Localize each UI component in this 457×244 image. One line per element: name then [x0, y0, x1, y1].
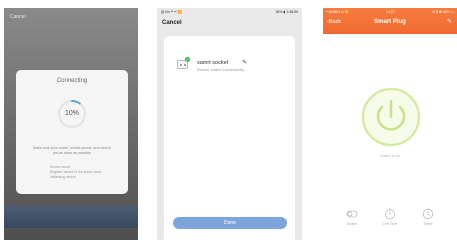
timer-label: Timer: [423, 222, 433, 226]
timer-icon: [385, 208, 395, 220]
clock-icon: [422, 208, 434, 220]
device-status: Device added successfully: [197, 67, 245, 72]
instruction-text: Make sure your router, mobile phone, and…: [33, 146, 111, 155]
progress-percent: 10%: [64, 110, 79, 117]
dialog-title: Connecting: [56, 78, 88, 84]
status-time: 14:27: [386, 10, 395, 14]
switch-tab[interactable]: Switch: [337, 206, 367, 232]
device-card: ✓ samrt socket ✎ Device added successful…: [164, 36, 295, 240]
status-left: ᵃˡˡ AHBIN ⊙ 🛜: [326, 10, 350, 14]
smart-plug-screen: ᵃˡˡ AHBIN ⊙ 🛜 14:27 ⊙ ⁑ ✱ 42% ▭ ‹Back Sm…: [323, 8, 457, 240]
left-time-label: Left Time: [382, 222, 398, 226]
switch-label: Switch: [346, 222, 358, 226]
left-time-tab[interactable]: Left Time: [375, 206, 405, 232]
done-button[interactable]: Done: [173, 217, 287, 229]
switch-state: Switch is on: [379, 154, 401, 158]
connecting-screen: Cancel Connecting 10% Make sure your rou…: [4, 8, 138, 240]
bottom-bar: [4, 206, 138, 228]
status-left: ▥ No ᵃˡˡ ᵃˡˡ 🛜: [161, 10, 182, 14]
status-right: 38% ▮ 1:48:59: [275, 10, 298, 14]
device-name: samrt socket: [197, 60, 229, 66]
device-added-screen: ▥ No ᵃˡˡ ᵃˡˡ 🛜 38% ▮ 1:48:59 Cancel ✓ sa…: [157, 8, 302, 240]
header-bar: ᵃˡˡ AHBIN ⊙ 🛜 14:27 ⊙ ⁑ ✱ 42% ▭ ‹Back Sm…: [323, 8, 457, 34]
edit-name-icon[interactable]: ✎: [242, 59, 247, 66]
cancel-button[interactable]: Cancel: [10, 14, 26, 20]
edit-icon[interactable]: ✎: [447, 18, 452, 25]
connecting-dialog: Connecting 10% Make sure your router, mo…: [16, 70, 128, 194]
switch-icon: [346, 210, 358, 218]
timer-tab[interactable]: Timer: [413, 206, 443, 232]
progress-arc: [71, 100, 81, 105]
step-list: Device found Register device to the smar…: [50, 165, 110, 180]
step-item: Initializing device: [50, 175, 76, 179]
cancel-button[interactable]: Cancel: [162, 20, 182, 26]
power-button[interactable]: [360, 86, 422, 148]
bottom-toolbar: Switch Left Time Timer: [323, 206, 457, 234]
page-title: Smart Plug: [374, 19, 406, 25]
status-right: ⊙ ⁑ ✱ 42% ▭: [432, 10, 454, 14]
status-bar: ᵃˡˡ AHBIN ⊙ 🛜 14:27 ⊙ ⁑ ✱ 42% ▭: [326, 10, 454, 15]
check-icon: ✓: [185, 57, 190, 62]
status-bar: ▥ No ᵃˡˡ ᵃˡˡ 🛜 38% ▮ 1:48:59: [161, 10, 298, 16]
